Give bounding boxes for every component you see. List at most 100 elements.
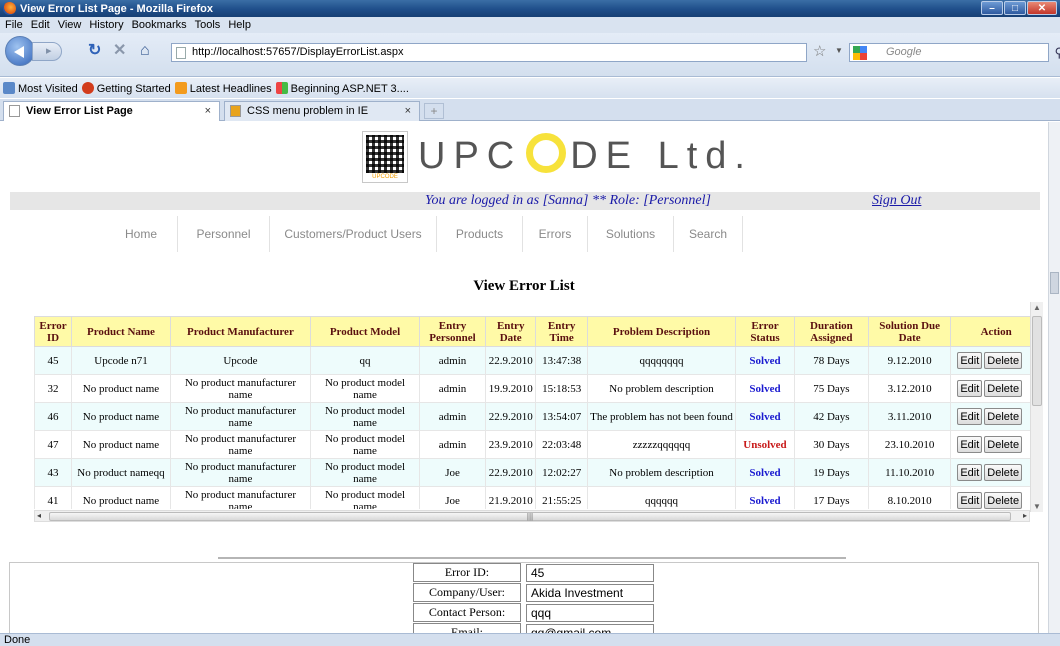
edit-button[interactable]: Edit xyxy=(957,408,983,425)
nav-products[interactable]: Products xyxy=(437,216,523,252)
scrollbar-thumb[interactable] xyxy=(1050,272,1059,294)
cell-time: 22:03:48 xyxy=(535,430,588,459)
scroll-right-icon[interactable]: ▸ xyxy=(1023,511,1027,521)
column-header[interactable]: Error Status xyxy=(735,316,795,347)
cell-personnel: admin xyxy=(419,402,486,431)
column-header[interactable]: Product Model xyxy=(309,316,421,347)
cell-action: Edit Delete xyxy=(950,346,1042,375)
nav-home[interactable]: Home xyxy=(105,216,178,252)
close-tab-icon[interactable]: × xyxy=(405,102,411,120)
grid-vertical-scrollbar[interactable]: ▲ ▼ xyxy=(1030,302,1043,512)
back-button[interactable] xyxy=(5,36,35,66)
column-header[interactable]: Product Manufacturer xyxy=(169,316,311,347)
bookmark-aspnet[interactable]: Beginning ASP.NET 3.... xyxy=(275,81,409,95)
cell-description: zzzzzqqqqqq xyxy=(586,430,737,459)
menu-history[interactable]: History xyxy=(89,19,123,31)
stop-icon[interactable]: ✕ xyxy=(113,41,126,61)
nav-solutions[interactable]: Solutions xyxy=(588,216,674,252)
nav-errors[interactable]: Errors xyxy=(523,216,588,252)
delete-button[interactable]: Delete xyxy=(984,352,1023,369)
column-header[interactable]: Solution Due Date xyxy=(867,316,952,347)
dropdown-arrow-icon[interactable]: ▼ xyxy=(835,46,843,55)
cell-description: No problem description xyxy=(586,374,737,403)
delete-button[interactable]: Delete xyxy=(984,436,1023,453)
menu-view[interactable]: View xyxy=(58,19,82,31)
scrollbar-thumb[interactable]: ||| xyxy=(49,512,1011,521)
company-user-field[interactable]: Akida Investment xyxy=(526,583,654,602)
edit-button[interactable]: Edit xyxy=(957,464,983,481)
table-row[interactable]: 45 Upcode n71 Upcode qq admin 22.9.2010 13:47:… xyxy=(34,346,1042,375)
table-row[interactable]: 43 No product nameqq No product manufactur… xyxy=(34,458,1042,487)
menu-help[interactable]: Help xyxy=(228,19,251,31)
edit-button[interactable]: Edit xyxy=(957,352,983,369)
error-id-field[interactable]: 45 xyxy=(526,563,654,582)
column-header[interactable]: Entry Date xyxy=(484,316,537,347)
table-row[interactable]: 41 No product name No product manufacturer… xyxy=(34,486,1042,509)
cell-id: 41 xyxy=(34,486,73,509)
bookmark-latest-headlines[interactable]: Latest Headlines xyxy=(174,81,272,95)
cell-personnel: Joe xyxy=(419,458,486,487)
column-header[interactable]: Product Name xyxy=(71,316,171,347)
tab-view-error-list[interactable]: View Error List Page × xyxy=(3,101,220,121)
scroll-left-icon[interactable]: ◂ xyxy=(37,511,41,521)
table-row[interactable]: 32 No product name No product manufacturer… xyxy=(34,374,1042,403)
cell-manufacturer: No product manufacturer name xyxy=(169,486,311,509)
close-tab-icon[interactable]: × xyxy=(205,102,211,120)
cell-date: 22.9.2010 xyxy=(484,346,537,375)
edit-button[interactable]: Edit xyxy=(957,492,983,509)
window-title: View Error List Page - Mozilla Firefox xyxy=(20,2,213,15)
menu-tools[interactable]: Tools xyxy=(195,19,221,31)
cell-duration: 19 Days xyxy=(793,458,869,487)
page-vertical-scrollbar[interactable] xyxy=(1048,122,1060,633)
maximize-button[interactable]: □ xyxy=(1004,1,1026,15)
field-label: Email: xyxy=(413,623,521,633)
menu-file[interactable]: File xyxy=(5,19,23,31)
column-header[interactable]: Problem Description xyxy=(586,316,737,347)
firefox-icon xyxy=(3,2,16,15)
delete-button[interactable]: Delete xyxy=(984,492,1023,509)
forward-button[interactable]: ▸ xyxy=(32,42,62,61)
scroll-up-icon[interactable]: ▲ xyxy=(1031,303,1043,312)
delete-button[interactable]: Delete xyxy=(984,464,1023,481)
grid-horizontal-scrollbar[interactable]: ◂ ||| ▸ xyxy=(34,510,1030,522)
nav-personnel[interactable]: Personnel xyxy=(178,216,270,252)
search-icon[interactable]: ⚲ xyxy=(1054,44,1060,61)
delete-button[interactable]: Delete xyxy=(984,408,1023,425)
nav-search[interactable]: Search xyxy=(674,216,743,252)
cell-status: Solved xyxy=(735,374,795,403)
search-input[interactable]: Google ⚲ xyxy=(849,43,1060,62)
bookmark-most-visited[interactable]: Most Visited xyxy=(3,81,78,95)
column-header[interactable]: Entry Time xyxy=(535,316,588,347)
menu-edit[interactable]: Edit xyxy=(31,19,50,31)
contact-person-field[interactable]: qqq xyxy=(526,603,654,622)
bookmark-star-icon[interactable]: ☆ xyxy=(813,42,826,60)
nav-customers[interactable]: Customers/Product Users xyxy=(270,216,437,252)
address-bar[interactable]: http://localhost:57657/DisplayErrorList.… xyxy=(171,43,807,62)
table-row[interactable]: 47 No product name No product manufacturer… xyxy=(34,430,1042,459)
address-text: http://localhost:57657/DisplayErrorList.… xyxy=(192,46,404,58)
new-tab-button[interactable]: + xyxy=(424,103,444,119)
window-controls: – □ ✕ xyxy=(981,1,1057,15)
edit-button[interactable]: Edit xyxy=(957,436,983,453)
column-header[interactable]: Error ID xyxy=(34,316,73,347)
column-header[interactable]: Duration Assigned xyxy=(793,316,869,347)
home-icon[interactable]: ⌂ xyxy=(140,41,150,61)
cell-model: No product model name xyxy=(309,458,421,487)
cell-action: Edit Delete xyxy=(950,486,1042,509)
delete-button[interactable]: Delete xyxy=(984,380,1023,397)
edit-button[interactable]: Edit xyxy=(957,380,983,397)
tab-css-menu-problem[interactable]: CSS menu problem in IE × xyxy=(224,101,420,121)
table-row[interactable]: 46 No product name No product manufacturer… xyxy=(34,402,1042,431)
menu-bookmarks[interactable]: Bookmarks xyxy=(132,19,187,31)
scroll-down-icon[interactable]: ▼ xyxy=(1031,502,1043,511)
email-field[interactable]: qq@gmail.com xyxy=(526,623,654,633)
reload-icon[interactable]: ↻ xyxy=(88,41,101,61)
bookmark-getting-started[interactable]: Getting Started xyxy=(81,81,171,95)
scrollbar-thumb[interactable] xyxy=(1032,316,1042,406)
minimize-button[interactable]: – xyxy=(981,1,1003,15)
page-icon xyxy=(9,105,20,117)
close-window-button[interactable]: ✕ xyxy=(1027,1,1057,15)
column-header[interactable]: Entry Personnel xyxy=(419,316,486,347)
sign-out-link[interactable]: Sign Out xyxy=(872,192,921,210)
cell-due: 8.10.2010 xyxy=(867,486,952,509)
